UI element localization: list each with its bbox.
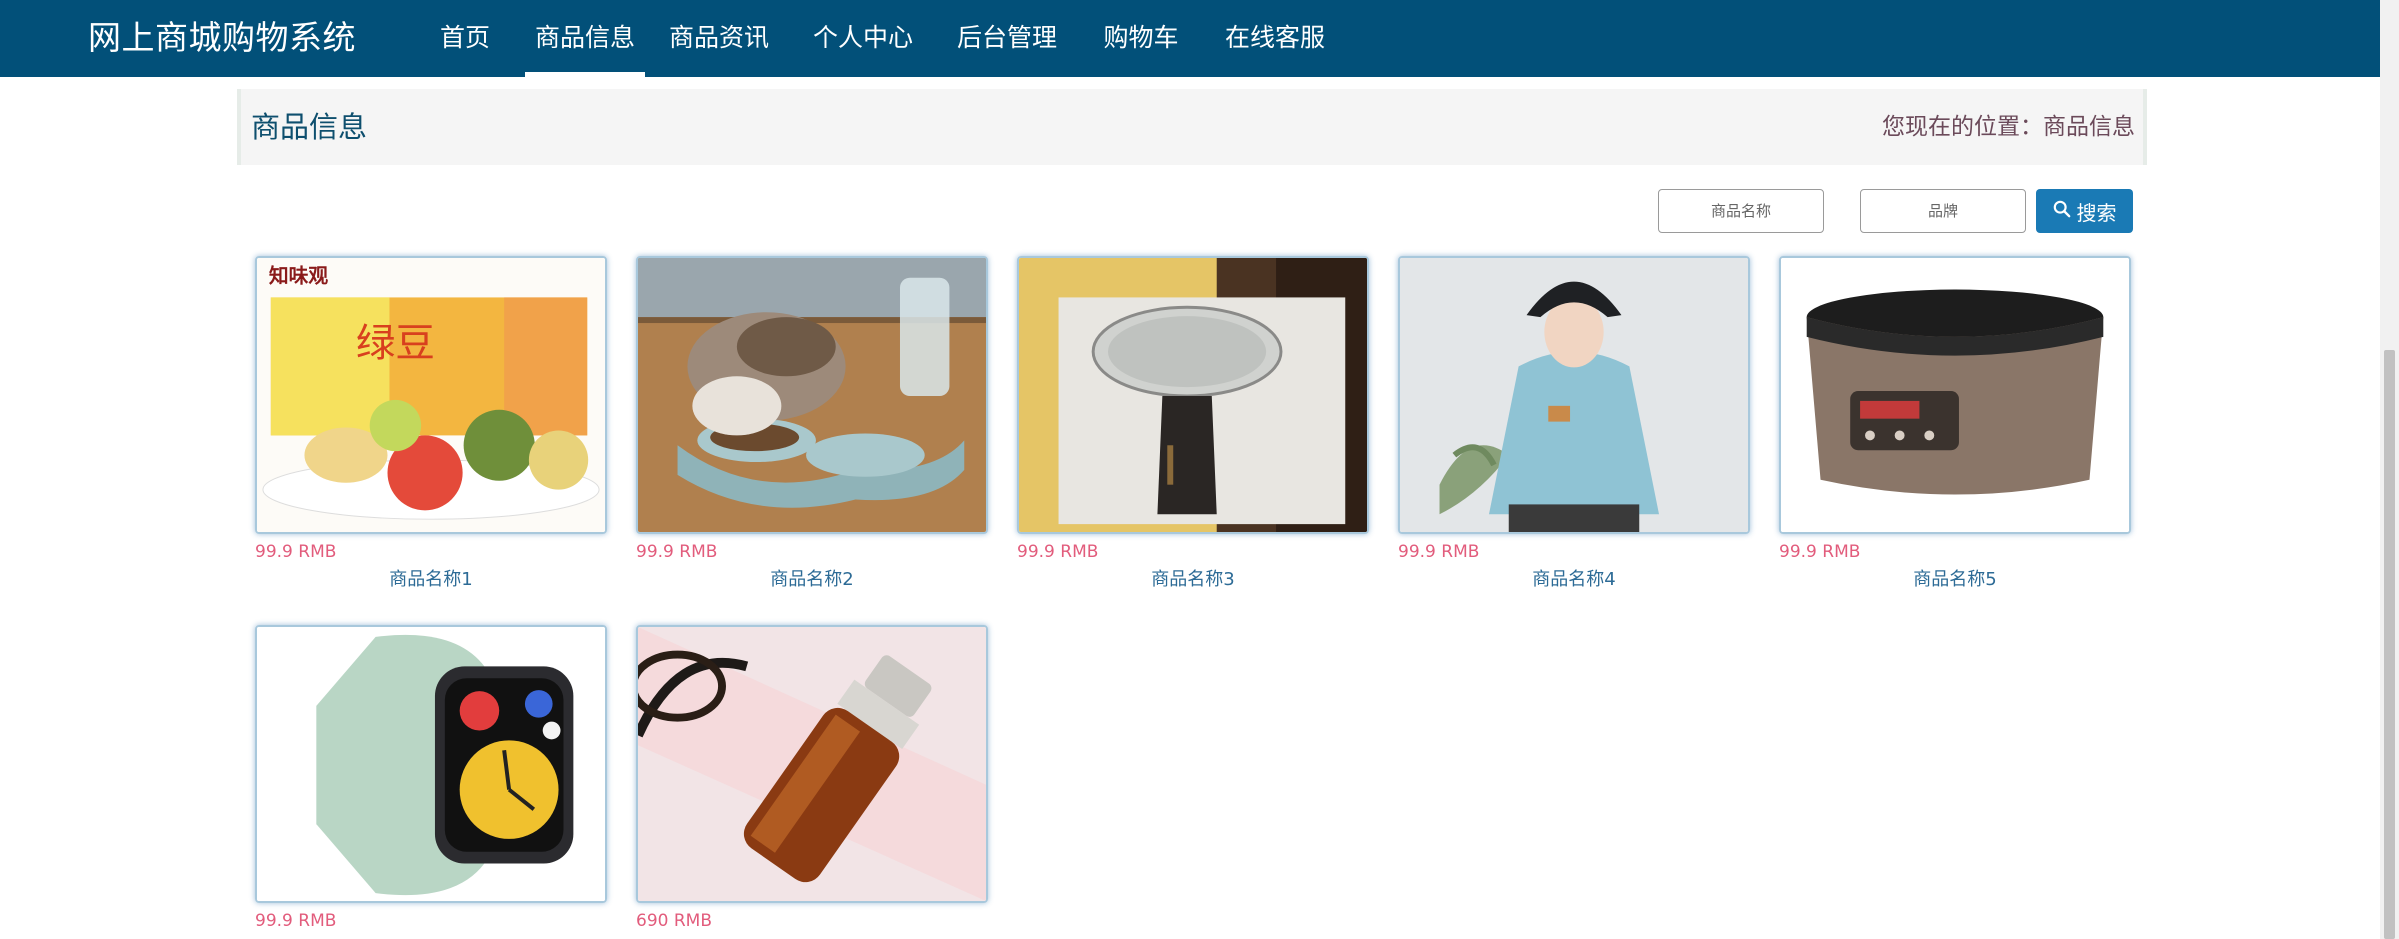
scrollbar-thumb[interactable] xyxy=(2384,350,2395,939)
page-scrollbar[interactable] xyxy=(2380,0,2399,939)
product-image-kitchen-scale[interactable] xyxy=(1017,256,1369,534)
product-image-mooncake[interactable]: 知味观 绿豆 xyxy=(255,256,607,534)
svg-text:知味观: 知味观 xyxy=(269,264,329,288)
product-name-search-input[interactable] xyxy=(1658,189,1824,233)
nav-products[interactable]: 商品信息 xyxy=(525,0,645,77)
product-price: 99.9 RMB xyxy=(1398,542,1480,562)
product-price: 690 RMB xyxy=(636,911,712,931)
product-image-cat-feeder[interactable] xyxy=(636,256,988,534)
product-name[interactable]: 商品名称4 xyxy=(1398,569,1750,591)
svg-text:绿豆: 绿豆 xyxy=(356,321,435,367)
search-icon xyxy=(2053,199,2071,223)
product-price: 99.9 RMB xyxy=(1779,542,1861,562)
page-title: 商品信息 xyxy=(251,110,368,144)
site-logo-text[interactable]: 网上商城购物系统 xyxy=(88,17,356,59)
breadcrumb: 您现在的位置：商品信息 xyxy=(1882,114,2135,140)
product-image-smartwatch[interactable] xyxy=(255,625,607,903)
product-name[interactable]: 商品名称5 xyxy=(1779,569,2131,591)
product-name[interactable]: 商品名称1 xyxy=(255,569,607,591)
nav-news[interactable]: 商品资讯 xyxy=(665,0,773,77)
search-button[interactable]: 搜索 xyxy=(2036,189,2133,233)
search-button-label: 搜索 xyxy=(2076,200,2117,225)
nav-cart[interactable]: 购物车 xyxy=(1097,0,1185,77)
nav-home[interactable]: 首页 xyxy=(425,0,505,77)
top-navbar: 网上商城购物系统 首页 商品信息 商品资讯 个人中心 后台管理 购物车 在线客服 xyxy=(0,0,2380,77)
brand-search-input[interactable] xyxy=(1860,189,2026,233)
nav-admin[interactable]: 后台管理 xyxy=(953,0,1061,77)
product-image-serum[interactable] xyxy=(636,625,988,903)
product-price: 99.9 RMB xyxy=(1017,542,1099,562)
nav-service[interactable]: 在线客服 xyxy=(1221,0,1329,77)
product-name[interactable]: 商品名称2 xyxy=(636,569,988,591)
product-price: 99.9 RMB xyxy=(255,911,337,931)
product-image-rice-cooker[interactable] xyxy=(1779,256,2131,534)
nav-profile[interactable]: 个人中心 xyxy=(809,0,917,77)
product-name[interactable]: 商品名称3 xyxy=(1017,569,1369,591)
title-bar: 商品信息 您现在的位置：商品信息 xyxy=(237,89,2147,165)
product-price: 99.9 RMB xyxy=(636,542,718,562)
product-image-hoodie[interactable] xyxy=(1398,256,1750,534)
product-price: 99.9 RMB xyxy=(255,542,337,562)
